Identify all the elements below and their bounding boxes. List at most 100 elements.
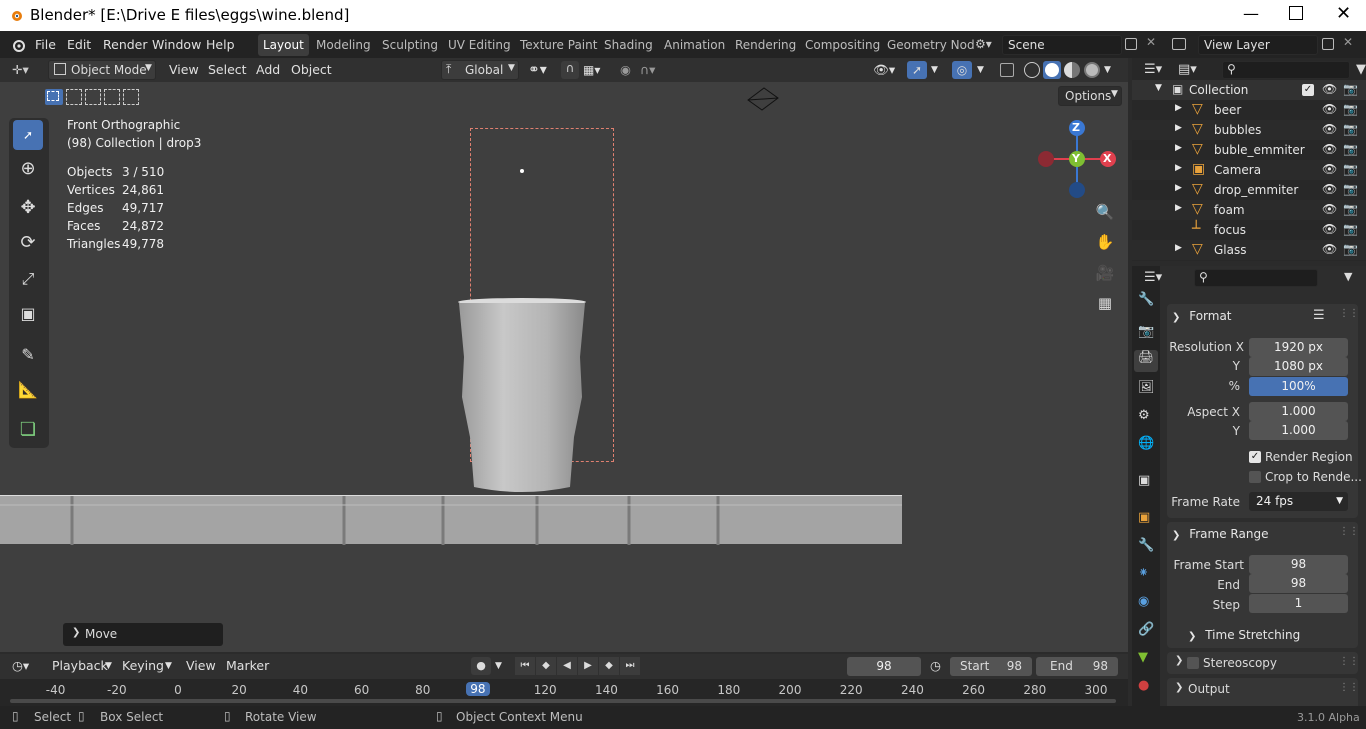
menu-file[interactable]: File <box>35 31 56 58</box>
minimize-icon[interactable]: — <box>1243 4 1263 23</box>
camera-render-icon[interactable]: 📷 <box>1343 182 1358 196</box>
scene-copy-icon[interactable] <box>1125 38 1137 50</box>
pivot-icon[interactable]: ⚭▾ <box>528 58 547 82</box>
menu-view[interactable]: View <box>169 58 199 82</box>
frame-end-field[interactable]: 98 <box>1249 574 1348 593</box>
mode-dropdown[interactable]: Object Mode ▼ <box>48 60 156 80</box>
add-cube-tool-icon[interactable]: ❏ <box>13 415 43 445</box>
camera-render-icon[interactable]: 📷 <box>1343 142 1358 156</box>
eye-icon[interactable]: 👁 <box>1322 222 1337 236</box>
aspect-y-field[interactable]: 1.000 <box>1249 421 1348 440</box>
transform-tool-icon[interactable]: ▣ <box>13 299 43 329</box>
frame-range-header[interactable]: ❯ Frame Range <box>1172 522 1352 546</box>
camera-render-icon[interactable]: 📷 <box>1343 102 1358 116</box>
glass-object[interactable] <box>456 297 588 493</box>
presets-list-icon[interactable]: ☰ <box>1313 308 1325 323</box>
timeline-editor-icon[interactable]: ◷▾ <box>12 654 29 678</box>
xray-icon[interactable] <box>1000 63 1014 77</box>
drag-handle-icon[interactable]: ⋮⋮ <box>1339 682 1359 693</box>
menu-object[interactable]: Object <box>291 58 332 82</box>
frame-start-field[interactable]: 98 <box>1249 555 1348 574</box>
scene-tab-icon[interactable]: ⚙ <box>1138 408 1150 423</box>
view-layer-close-icon[interactable]: ✕ <box>1343 35 1353 49</box>
menu-add[interactable]: Add <box>256 58 280 82</box>
annotate-tool-icon[interactable]: ✎ <box>13 340 43 370</box>
select-subtract-icon[interactable] <box>85 89 101 105</box>
collection-row[interactable]: ▼ ▣ Collection ✓ 👁 📷 <box>1132 80 1366 100</box>
format-panel-header[interactable]: ❯ Format <box>1172 304 1352 328</box>
resolution-x-field[interactable]: 1920 px <box>1249 338 1348 357</box>
3d-viewport[interactable]: ➚ ⊕ ✥ ⟳ ⤢ ▣ ✎ 📐 ❏ Front Orthographic (98… <box>0 82 1128 652</box>
solid-shading-icon[interactable] <box>1043 61 1061 79</box>
camera-render-icon[interactable]: 📷 <box>1343 162 1358 176</box>
eye-icon[interactable]: 👁 <box>1322 122 1337 136</box>
stereoscopy-checkbox[interactable] <box>1187 657 1199 669</box>
drag-handle-icon[interactable]: ⋮⋮ <box>1339 526 1359 537</box>
frame-rate-dropdown[interactable]: 24 fps ▼ <box>1249 492 1348 511</box>
frame-step-field[interactable]: 1 <box>1249 594 1348 613</box>
blender-menu-icon[interactable] <box>10 37 26 53</box>
render-region-checkbox[interactable]: ✓ <box>1249 451 1261 463</box>
cursor-tool-icon[interactable]: ⊕ <box>13 154 43 184</box>
jump-end-button[interactable]: ⏭ <box>620 657 640 675</box>
material-shading-icon[interactable] <box>1064 62 1080 78</box>
time-stretching-subpanel[interactable]: ❯ Time Stretching <box>1188 623 1348 647</box>
rendered-shading-icon[interactable] <box>1084 62 1100 78</box>
overlay-toggle-icon[interactable]: ◎ <box>952 61 972 79</box>
tab-rendering[interactable]: Rendering <box>730 34 801 56</box>
eye-icon[interactable]: 👁 <box>1322 142 1337 156</box>
select-box-tool-icon[interactable]: ➚ <box>13 120 43 150</box>
overlay-dropdown-icon[interactable]: ▼ <box>977 58 984 82</box>
visibility-icon[interactable]: 👁▾ <box>873 58 895 82</box>
view-layer-field[interactable]: View Layer <box>1198 35 1318 55</box>
select-invert-icon[interactable] <box>104 89 120 105</box>
menu-window[interactable]: Window <box>152 31 201 58</box>
falloff-icon[interactable]: ∩▾ <box>640 58 655 82</box>
camera-render-icon[interactable]: 📷 <box>1343 202 1358 216</box>
scene-close-icon[interactable]: ✕ <box>1146 35 1156 49</box>
physics-tab-icon[interactable]: ◉ <box>1138 594 1149 609</box>
options-dropdown[interactable]: Options ▼ <box>1058 86 1122 106</box>
view-layer-copy-icon[interactable] <box>1322 38 1334 50</box>
jump-start-button[interactable]: ⏮ <box>515 657 535 675</box>
drag-handle-icon[interactable]: ⋮⋮ <box>1339 308 1359 319</box>
wireframe-shading-icon[interactable] <box>1024 62 1040 78</box>
select-extend-icon[interactable] <box>66 89 82 105</box>
zoom-icon[interactable]: 🔍 <box>1094 203 1116 225</box>
tab-geometry-nodes[interactable]: Geometry Nod <box>882 34 980 56</box>
snap-icon[interactable]: ∩ <box>561 61 579 79</box>
camera-view-icon[interactable]: 🎥 <box>1094 264 1116 286</box>
world-tab-icon[interactable]: 🌐 <box>1138 436 1154 451</box>
tab-layout[interactable]: Layout <box>258 34 309 56</box>
collection-tab-icon[interactable]: ▣ <box>1138 473 1150 488</box>
move-tool-icon[interactable]: ✥ <box>13 193 43 223</box>
modifier-tab-icon[interactable]: 🔧 <box>1138 538 1154 553</box>
keyframe-options-icon[interactable]: ▼ <box>495 654 502 678</box>
menu-select[interactable]: Select <box>208 58 247 82</box>
outliner-editor-icon[interactable]: ☰▾ <box>1144 62 1162 77</box>
outliner-item-camera[interactable]: ▶ ▣ Camera 👁 📷 <box>1132 160 1366 180</box>
orientation-dropdown[interactable]: ⤒ Global ▼ <box>441 60 519 80</box>
resolution-y-field[interactable]: 1080 px <box>1249 357 1348 376</box>
prev-keyframe-button[interactable]: ◆ <box>536 657 556 675</box>
select-new-icon[interactable] <box>45 89 63 105</box>
scene-selector-icon[interactable]: ⚙▾ <box>975 37 997 53</box>
expand-arrow-icon[interactable]: ▶ <box>1175 163 1182 173</box>
tab-compositing[interactable]: Compositing <box>800 34 885 56</box>
outliner-item-foam[interactable]: ▶ ▽ foam 👁 📷 <box>1132 200 1366 220</box>
close-icon[interactable]: ✕ <box>1336 3 1351 24</box>
scene-field[interactable]: Scene <box>1002 35 1122 55</box>
outliner-item-glass[interactable]: ▶ ▽ Glass 👁 📷 <box>1132 240 1366 260</box>
constraints-tab-icon[interactable]: 🔗 <box>1138 622 1154 637</box>
playhead-frame-indicator[interactable]: 98 <box>465 682 490 696</box>
scale-tool-icon[interactable]: ⤢ <box>13 264 43 294</box>
camera-render-icon[interactable]: 📷 <box>1343 242 1358 256</box>
end-frame-field[interactable]: End 98 <box>1036 657 1118 676</box>
view-layer-tab-icon[interactable]: 🖼 <box>1138 380 1155 395</box>
outliner-search-input[interactable]: ⚲ <box>1222 61 1350 79</box>
outliner-item-drop-emmiter[interactable]: ▶ ▽ drop_emmiter 👁 📷 <box>1132 180 1366 200</box>
camera-render-icon[interactable]: 📷 <box>1343 122 1358 136</box>
shelf-object[interactable] <box>0 495 902 545</box>
menu-render[interactable]: Render <box>103 31 148 58</box>
gizmo-dropdown-icon[interactable]: ▼ <box>931 58 938 82</box>
